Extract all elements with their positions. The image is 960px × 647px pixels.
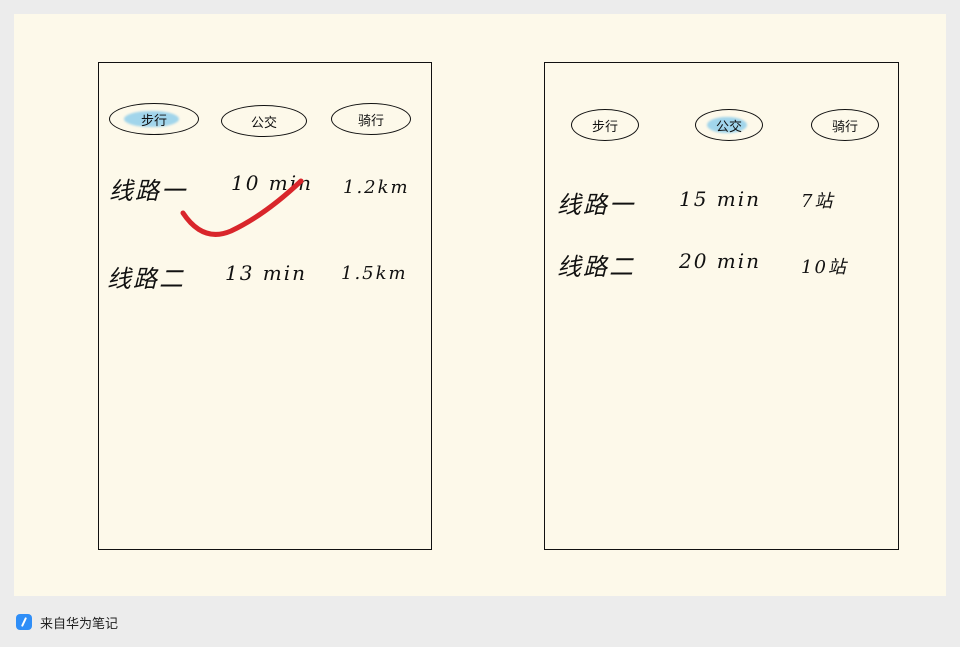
route-time: 15 min	[679, 187, 762, 211]
route-name[interactable]: 线路二	[557, 247, 635, 282]
checkmark-icon	[180, 178, 304, 237]
route-name[interactable]: 线路一	[557, 185, 635, 220]
route-name[interactable]: 线路一	[109, 171, 187, 206]
huawei-notes-icon	[16, 614, 32, 630]
sketch-frame-bus: 步行 公交 骑行 线路一 15 min 7站 线路二 20 min 10站	[544, 62, 899, 550]
tab-walk[interactable]: 步行	[109, 103, 199, 135]
route-stops: 7站	[801, 191, 835, 212]
tab-bike[interactable]: 骑行	[811, 109, 879, 141]
note-canvas: 步行 公交 骑行 线路一 10 min 1.2km 线路二 13 min 1.5…	[14, 14, 946, 596]
route-distance: 1.5km	[341, 263, 408, 284]
tab-walk[interactable]: 步行	[571, 109, 639, 141]
route-stops: 10站	[801, 257, 848, 278]
route-time: 20 min	[679, 249, 762, 273]
tab-bus[interactable]: 公交	[221, 105, 307, 137]
sketch-frame-walking: 步行 公交 骑行 线路一 10 min 1.2km 线路二 13 min 1.5…	[98, 62, 432, 550]
route-distance: 1.2km	[343, 177, 410, 198]
tab-bus[interactable]: 公交	[695, 109, 763, 141]
route-name[interactable]: 线路二	[107, 259, 185, 294]
source-footer[interactable]: 来自华为笔记	[16, 612, 118, 632]
source-label: 来自华为笔记	[40, 616, 119, 632]
tab-bike[interactable]: 骑行	[331, 103, 411, 135]
route-time: 13 min	[225, 261, 308, 285]
